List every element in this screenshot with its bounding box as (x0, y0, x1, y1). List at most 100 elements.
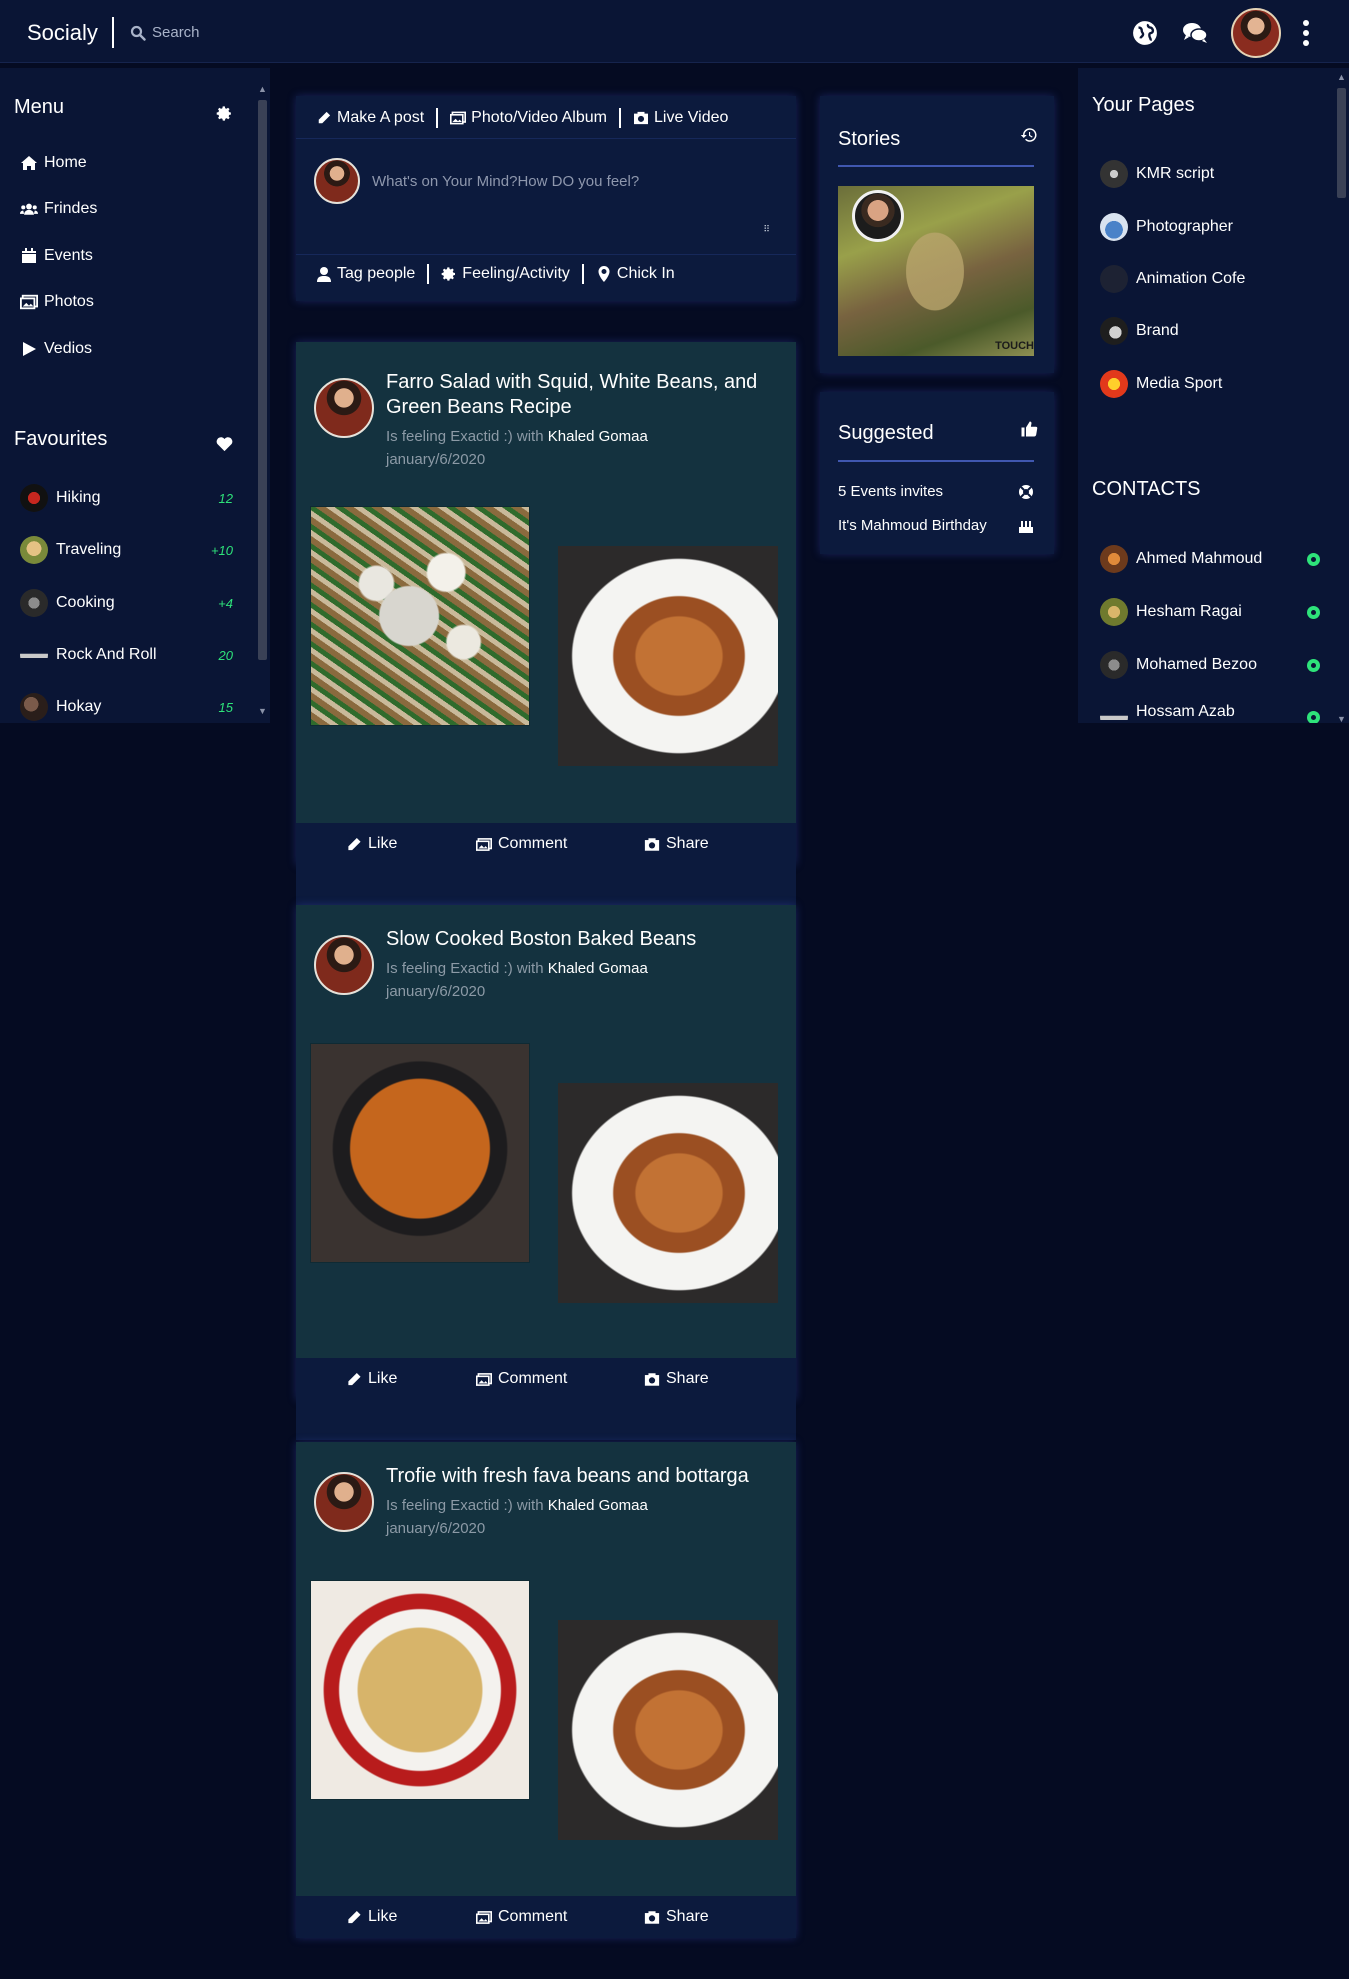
composer-input-row[interactable]: What's on Your Mind?How DO you feel? (314, 158, 788, 204)
suggested-events-invites[interactable]: 5 Events invites (838, 483, 1034, 500)
share-button[interactable]: Share (644, 1908, 709, 1926)
favourite-count: 15 (218, 699, 233, 715)
history-icon[interactable] (1020, 126, 1038, 144)
life-ring-icon (1019, 484, 1033, 499)
scroll-thumb[interactable] (258, 100, 267, 660)
photo-video-album-tab[interactable]: Photo/Video Album (438, 108, 621, 128)
camera-icon (633, 111, 648, 125)
tagged-user[interactable]: Khaled Gomaa (548, 960, 648, 977)
post-text-input[interactable]: What's on Your Mind?How DO you feel? (372, 173, 639, 190)
share-button[interactable]: Share (644, 835, 709, 853)
favourite-item-traveling[interactable]: Traveling +10 (20, 536, 233, 564)
author-avatar[interactable] (314, 1472, 374, 1532)
page-item-brand[interactable]: Brand (1100, 317, 1179, 345)
tag-people-button[interactable]: Tag people (304, 264, 430, 284)
top-actions (1131, 8, 1309, 58)
page-item-kmr-script[interactable]: KMR script (1100, 160, 1214, 188)
feeling-activity-button[interactable]: Feeling/Activity (429, 264, 584, 284)
story-face-art (890, 222, 980, 332)
check-in-button[interactable]: Chick In (584, 264, 687, 284)
page-item-media-sport[interactable]: Media Sport (1100, 370, 1222, 398)
post-title[interactable]: Slow Cooked Boston Baked Beans (386, 927, 786, 952)
action-label: Like (368, 1370, 398, 1387)
tagged-user[interactable]: Khaled Gomaa (548, 428, 648, 445)
comment-button[interactable]: Comment (476, 835, 567, 853)
thumbs-up-icon[interactable] (1020, 420, 1038, 438)
action-label: Like (368, 835, 398, 852)
pencil-icon (318, 111, 331, 124)
globe-icon[interactable] (1131, 19, 1159, 47)
favourite-item-hiking[interactable]: Hiking 12 (20, 484, 233, 512)
contact-ahmed-mahmoud[interactable]: Ahmed Mahmoud (1100, 545, 1320, 573)
heart-icon[interactable] (216, 436, 233, 452)
post-image-farro-salad[interactable] (310, 506, 530, 726)
post-title[interactable]: Trofie with fresh fava beans and bottarg… (386, 1464, 786, 1489)
scroll-up-icon[interactable]: ▲ (1337, 72, 1346, 82)
traveling-avatar (20, 536, 48, 564)
author-avatar[interactable] (314, 935, 374, 995)
post-image-trofie-pasta[interactable] (310, 1580, 530, 1800)
cake-icon (1019, 520, 1033, 533)
resize-handle-icon[interactable]: ⠿ (763, 224, 770, 235)
profile-avatar[interactable] (1231, 8, 1281, 58)
make-post-tab[interactable]: Make A post (304, 108, 439, 128)
rock-and-roll-avatar (20, 641, 48, 669)
post-title[interactable]: Farro Salad with Squid, White Beans, and… (386, 370, 786, 420)
share-button[interactable]: Share (644, 1370, 709, 1388)
suggested-birthday[interactable]: It's Mahmoud Birthday (838, 517, 1034, 534)
left-scrollbar[interactable]: ▲ ▼ (256, 84, 268, 716)
comment-button[interactable]: Comment (476, 1908, 567, 1926)
suggested-label: 5 Events invites (838, 483, 944, 500)
page-item-photographer[interactable]: Photographer (1100, 213, 1233, 241)
tagged-user[interactable]: Khaled Gomaa (548, 1497, 648, 1514)
menu-item-photos[interactable]: Photos (20, 293, 94, 311)
scroll-up-icon[interactable]: ▲ (258, 84, 267, 94)
suggested-title: Suggested (838, 422, 934, 444)
app-logo[interactable]: Socialy (27, 20, 98, 46)
contact-hossam-azab[interactable]: Hossam Azab (1100, 703, 1320, 723)
post-separator (296, 865, 796, 905)
post-image-baked-beans[interactable] (310, 1043, 530, 1263)
scroll-down-icon[interactable]: ▼ (1337, 714, 1346, 724)
favourites-title: Favourites (14, 428, 108, 450)
scroll-thumb[interactable] (1337, 88, 1346, 198)
online-status-icon (1307, 605, 1320, 619)
post-image-roast-chicken[interactable] (558, 1620, 778, 1840)
right-scrollbar[interactable]: ▲ ▼ (1335, 72, 1347, 724)
contact-avatar (1100, 651, 1128, 679)
post-image-roast-chicken[interactable] (558, 546, 778, 766)
author-avatar[interactable] (314, 378, 374, 438)
post-actions: Like Comment Share (296, 1896, 796, 1938)
page-item-animation-cofe[interactable]: Animation Cofe (1100, 265, 1245, 293)
post-actions: Like Comment Share (296, 1358, 796, 1400)
menu-item-friends[interactable]: Frindes (20, 200, 97, 218)
menu-item-home[interactable]: Home (20, 154, 87, 172)
favourite-item-hokay[interactable]: Hokay 15 (20, 693, 233, 721)
map-pin-icon (598, 266, 610, 282)
contact-mohamed-bezoo[interactable]: Mohamed Bezoo (1100, 651, 1320, 679)
favourite-item-rock-and-roll[interactable]: Rock And Roll 20 (20, 641, 233, 669)
right-sidebar: Your Pages KMR script Photographer Anima… (1078, 68, 1349, 724)
contact-hesham-ragai[interactable]: Hesham Ragai (1100, 598, 1320, 626)
search-placeholder[interactable]: Search (152, 24, 200, 41)
like-button[interactable]: Like (346, 1370, 397, 1388)
menu-item-videos[interactable]: Vedios (20, 340, 92, 358)
live-video-tab[interactable]: Live Video (621, 108, 740, 128)
story-thumbnail[interactable]: TOUCH (838, 186, 1034, 356)
scroll-down-icon[interactable]: ▼ (258, 706, 267, 716)
settings-gear-icon[interactable] (216, 105, 233, 122)
media-sport-avatar (1100, 370, 1128, 398)
contact-name: Hossam Azab (1136, 703, 1235, 720)
more-options-icon[interactable] (1303, 20, 1309, 46)
menu-item-events[interactable]: Events (20, 247, 93, 265)
favourite-item-cooking[interactable]: Cooking +4 (20, 589, 233, 617)
like-button[interactable]: Like (346, 835, 397, 853)
tab-label: Make A post (337, 109, 425, 126)
search-box[interactable]: Search (130, 24, 200, 41)
post-image-roast-chicken[interactable] (558, 1083, 778, 1303)
photos-icon (450, 111, 467, 125)
comment-button[interactable]: Comment (476, 1370, 567, 1388)
like-button[interactable]: Like (346, 1908, 397, 1926)
chat-icon[interactable] (1181, 19, 1209, 47)
animation-cofe-avatar (1100, 265, 1128, 293)
